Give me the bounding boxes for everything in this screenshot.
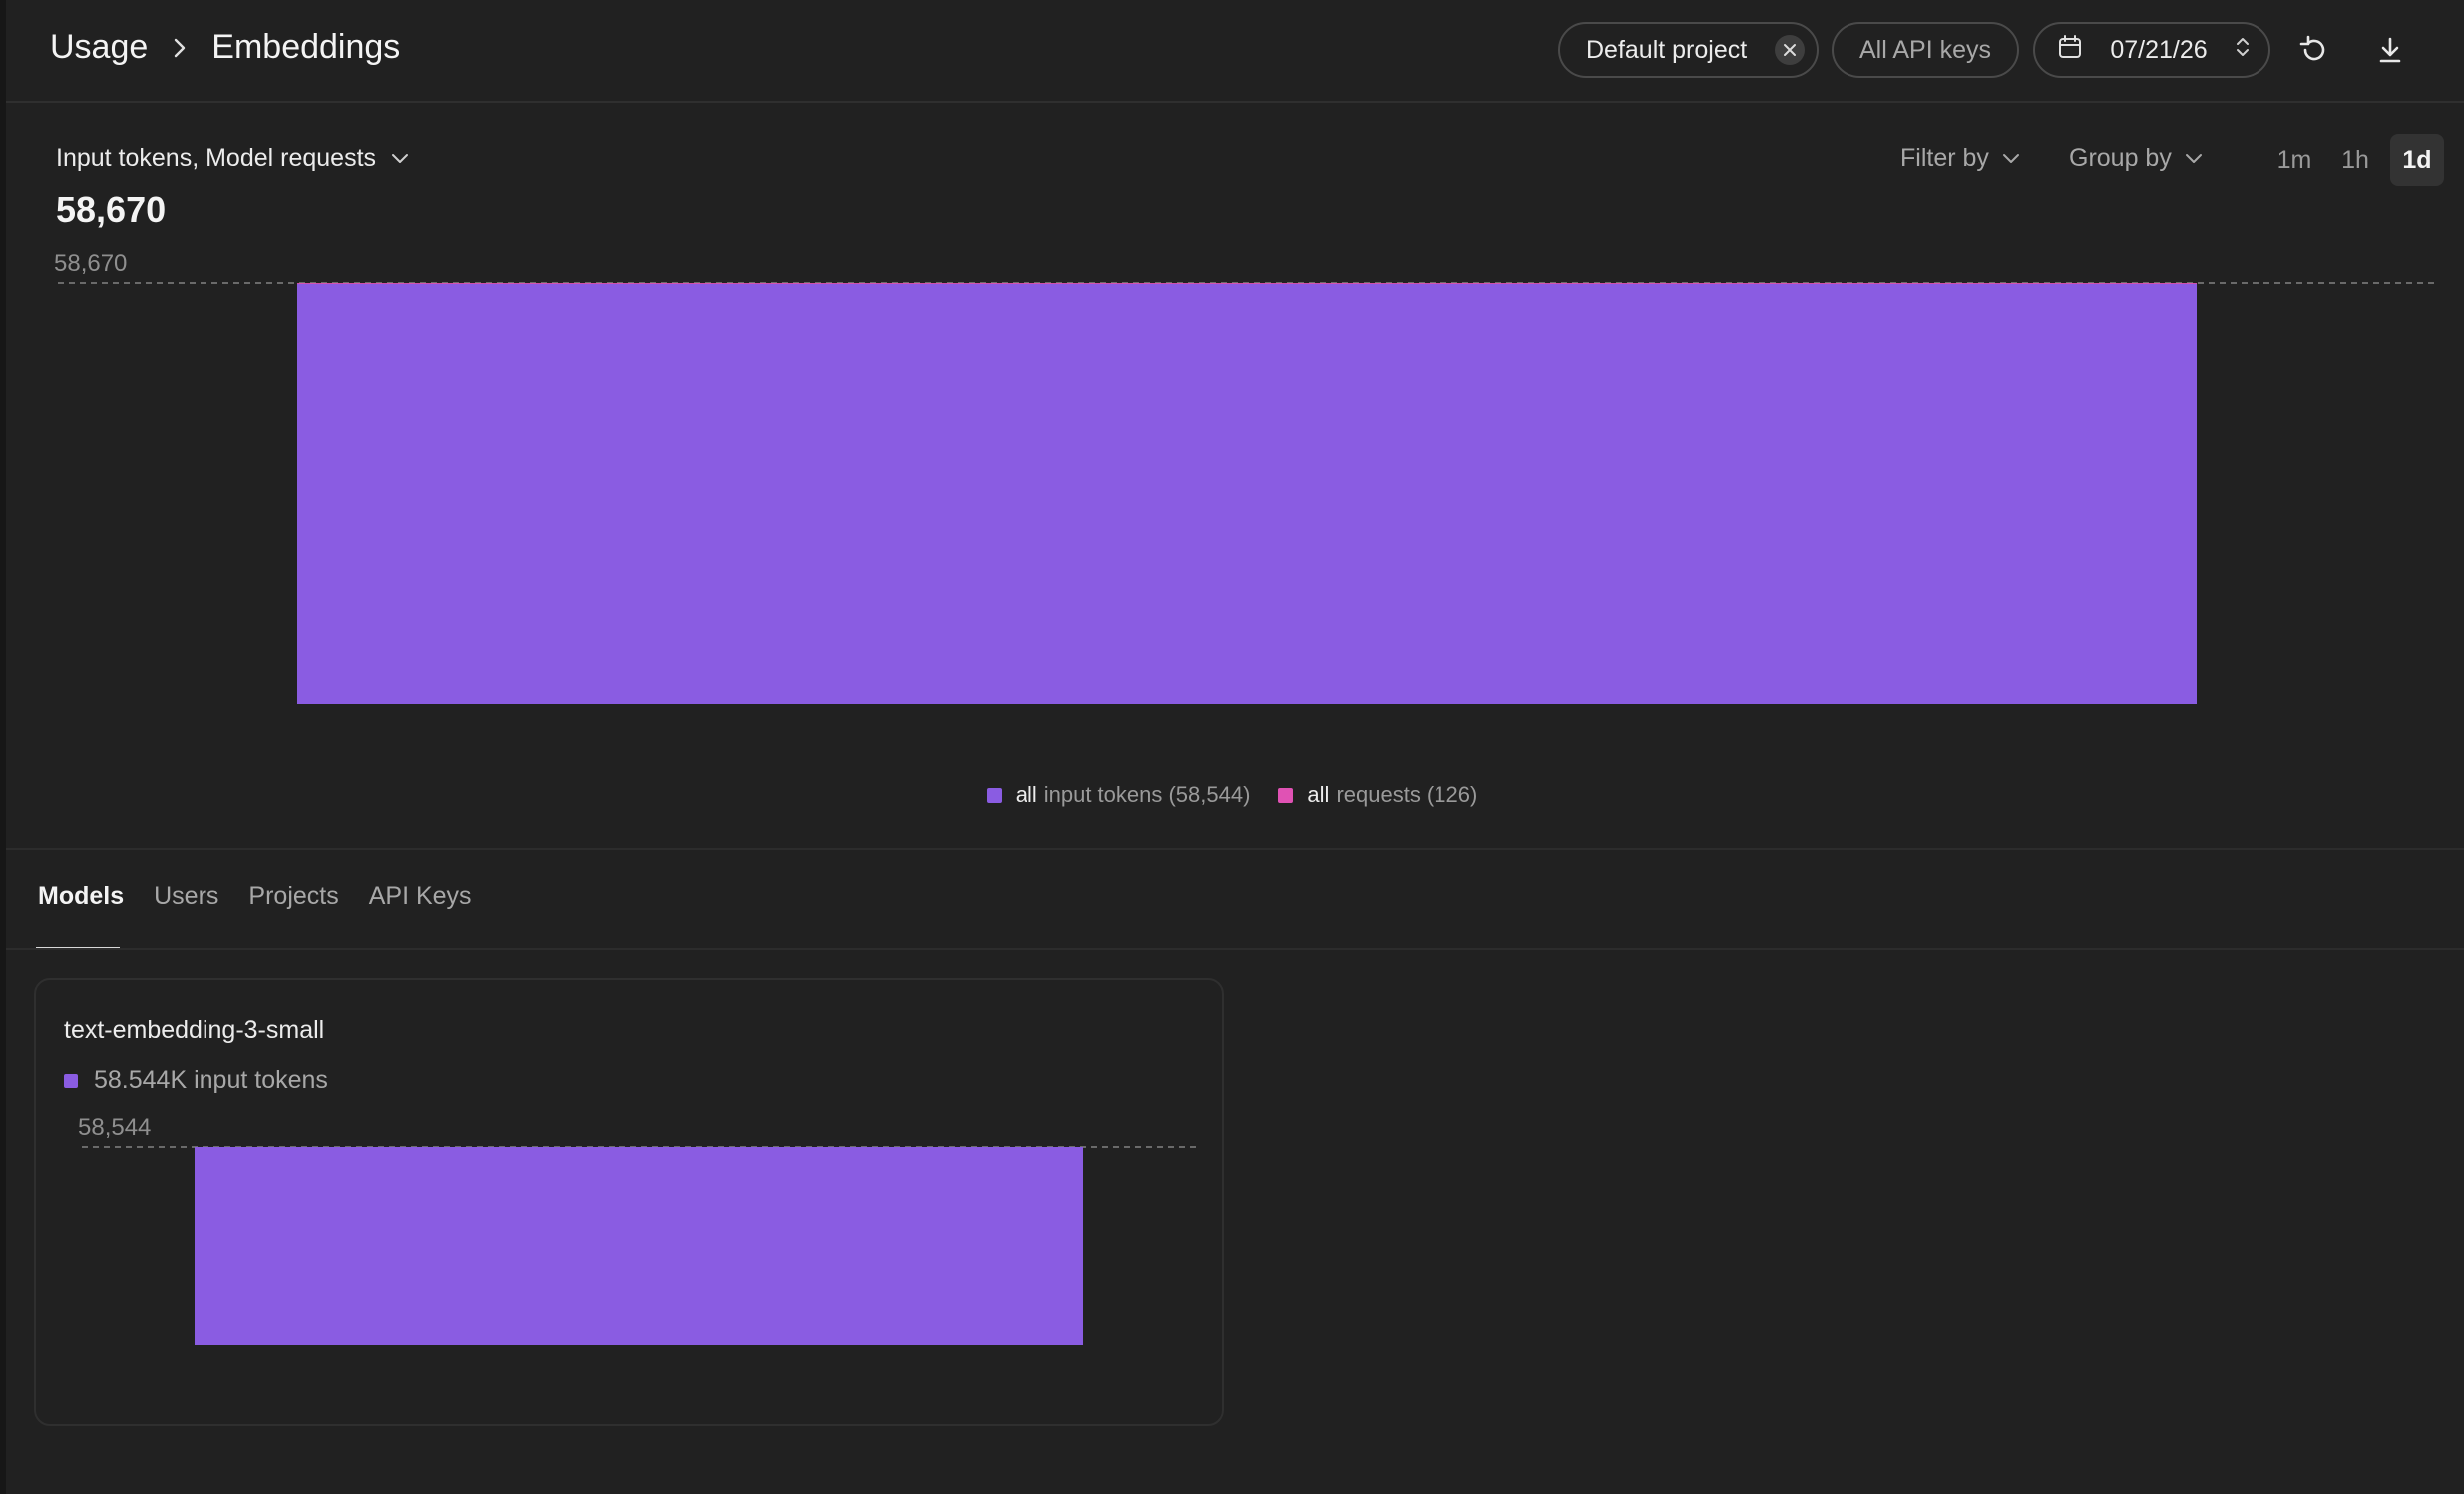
tab-projects[interactable]: Projects <box>248 882 338 911</box>
chart-legend: all input tokens (58,544) all requests (… <box>0 782 2464 808</box>
legend-key: all <box>1307 782 1330 807</box>
breakdown-tabs: Models Users Projects API Keys <box>38 882 502 911</box>
legend-label: input tokens (58,544) <box>1043 782 1251 807</box>
legend-swatch-requests <box>1278 787 1294 803</box>
tab-api-keys[interactable]: API Keys <box>369 882 472 911</box>
legend-swatch-input-tokens <box>986 787 1002 803</box>
chart-max-label: 58,670 <box>54 250 127 277</box>
legend-key: all <box>1015 782 1037 807</box>
legend-label: requests (126) <box>1336 782 1478 807</box>
main-chart: 58,670 <box>54 250 2436 704</box>
legend-item-requests[interactable]: all requests (126) <box>1278 782 1477 808</box>
model-chart-max-label: 58,544 <box>78 1114 151 1141</box>
model-card: text-embedding-3-small 58.544K input tok… <box>34 978 1224 1426</box>
legend-item-input-tokens[interactable]: all input tokens (58,544) <box>986 782 1251 808</box>
tab-models[interactable]: Models <box>38 882 124 911</box>
main-bar-requests[interactable] <box>297 283 2197 284</box>
main-bar-input-tokens[interactable] <box>297 283 2197 704</box>
model-bar-input-tokens[interactable] <box>195 1147 1083 1345</box>
model-card-chart: 58,544 <box>78 1114 1196 1345</box>
tabs-divider <box>6 948 2464 950</box>
section-divider <box>6 848 2464 850</box>
tab-users[interactable]: Users <box>154 882 218 911</box>
